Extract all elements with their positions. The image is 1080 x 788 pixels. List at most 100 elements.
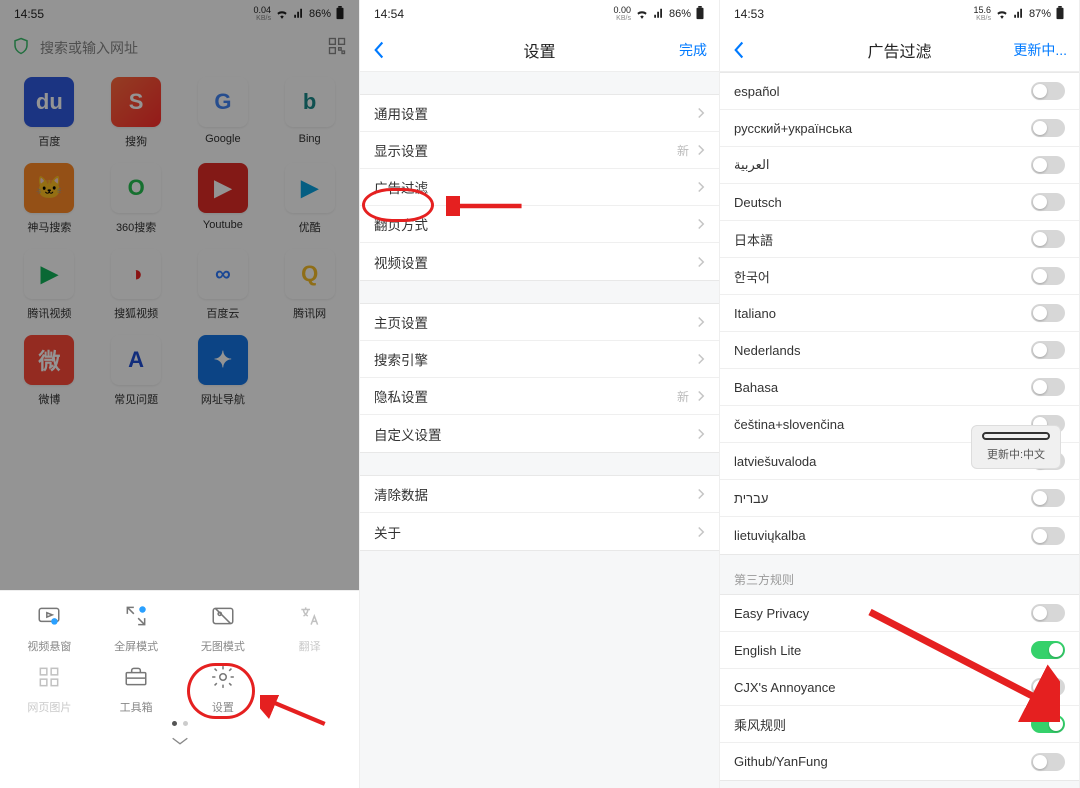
app-百度云[interactable]: ∞百度云	[182, 249, 265, 321]
wifi-icon	[275, 7, 289, 22]
filter-row-العربية[interactable]: العربية	[720, 147, 1079, 184]
settings-row-翻页方式[interactable]: 翻页方式	[360, 206, 719, 243]
settings-row-显示设置[interactable]: 显示设置新	[360, 132, 719, 169]
qr-icon[interactable]	[327, 36, 347, 59]
settings-row-自定义设置[interactable]: 自定义设置	[360, 415, 719, 452]
app-grid: du百度S搜狗GGooglebBing 🐱神马搜索O360搜索▶Youtube▶优…	[0, 67, 359, 417]
row-label: lietuviųkalba	[734, 528, 806, 543]
menu-label: 无图模式	[201, 638, 245, 654]
signal-icon	[653, 7, 665, 22]
status-net-unit: KB/s	[976, 15, 991, 22]
app-腾讯网[interactable]: Q腾讯网	[268, 249, 351, 321]
toggle-switch[interactable]	[1031, 82, 1065, 100]
settings-row-视频设置[interactable]: 视频设置	[360, 243, 719, 280]
settings-row-搜索引擎[interactable]: 搜索引擎	[360, 341, 719, 378]
menu-noimg[interactable]: 无图模式	[180, 603, 267, 654]
menu-translate[interactable]: 翻译	[266, 603, 353, 654]
app-百度[interactable]: du百度	[8, 77, 91, 149]
toggle-switch[interactable]	[1031, 527, 1065, 545]
filter-row-русский+українська[interactable]: русский+українська	[720, 110, 1079, 147]
app-icon: ✦	[198, 335, 248, 385]
settings-row-广告过滤[interactable]: 广告过滤	[360, 169, 719, 206]
play-icon	[36, 603, 62, 632]
toggle-switch[interactable]	[1031, 193, 1065, 211]
settings-row-主页设置[interactable]: 主页设置	[360, 304, 719, 341]
settings-row-通用设置[interactable]: 通用设置	[360, 95, 719, 132]
settings-row-隐私设置[interactable]: 隐私设置新	[360, 378, 719, 415]
filter-row-Nederlands[interactable]: Nederlands	[720, 332, 1079, 369]
app-Bing[interactable]: bBing	[268, 77, 351, 149]
chevron-right-icon	[697, 353, 705, 365]
back-button[interactable]	[732, 40, 746, 60]
menu-grid[interactable]: 网页图片	[6, 664, 93, 715]
app-360搜索[interactable]: O360搜索	[95, 163, 178, 235]
menu-play[interactable]: 视频悬窗	[6, 603, 93, 654]
search-bar[interactable]: 搜索或输入网址	[0, 28, 359, 67]
settings-row-清除数据[interactable]: 清除数据	[360, 476, 719, 513]
toggle-switch[interactable]	[1031, 230, 1065, 248]
row-label: 广告过滤	[374, 177, 428, 197]
update-button[interactable]: 更新中...	[1013, 40, 1067, 60]
filter-row-español[interactable]: español	[720, 73, 1079, 110]
status-net: 0.04	[253, 6, 271, 15]
home-dimmed-area: 14:55 0.04 KB/s 86%	[0, 0, 359, 590]
row-label: 翻页方式	[374, 214, 428, 234]
battery-pct: 86%	[309, 8, 331, 20]
signal-icon	[293, 7, 305, 22]
app-icon: b	[285, 77, 335, 127]
app-Youtube[interactable]: ▶Youtube	[182, 163, 265, 235]
menu-expand[interactable]: 全屏模式	[93, 603, 180, 654]
grid-icon	[36, 664, 62, 693]
chevron-right-icon	[697, 107, 705, 119]
menu-gear[interactable]: 设置	[180, 664, 267, 715]
toggle-switch[interactable]	[1031, 304, 1065, 322]
toggle-switch[interactable]	[1031, 267, 1065, 285]
app-微博[interactable]: 微微博	[8, 335, 91, 407]
toggle-switch[interactable]	[1031, 156, 1065, 174]
app-搜狐视频[interactable]: ◑搜狐视频	[95, 249, 178, 321]
app-icon: 微	[24, 335, 74, 385]
row-label: 关于	[374, 522, 401, 542]
toggle-switch[interactable]	[1031, 341, 1065, 359]
settings-body[interactable]: 通用设置显示设置新广告过滤翻页方式视频设置主页设置搜索引擎隐私设置新自定义设置清…	[360, 72, 719, 788]
collapse-handle[interactable]	[0, 726, 359, 756]
app-神马搜索[interactable]: 🐱神马搜索	[8, 163, 91, 235]
settings-row-关于[interactable]: 关于	[360, 513, 719, 550]
filter-row-Italiano[interactable]: Italiano	[720, 295, 1079, 332]
filter-row-עברית[interactable]: עברית	[720, 480, 1079, 517]
chevron-right-icon	[697, 316, 705, 328]
app-网址导航[interactable]: ✦网址导航	[182, 335, 265, 407]
chevron-right-icon	[697, 256, 705, 268]
filter-row-Github/YanFung[interactable]: Github/YanFung	[720, 743, 1079, 780]
back-button[interactable]	[372, 40, 386, 60]
filter-row-日本語[interactable]: 日本語	[720, 221, 1079, 258]
app-Google[interactable]: GGoogle	[182, 77, 265, 149]
app-搜狗[interactable]: S搜狗	[95, 77, 178, 149]
app-label: 常见问题	[114, 391, 158, 407]
status-net-unit: KB/s	[256, 15, 271, 22]
pane-home: 14:55 0.04 KB/s 86%	[0, 0, 360, 788]
app-label: 优酷	[299, 219, 321, 235]
filter-row-Bahasa[interactable]: Bahasa	[720, 369, 1079, 406]
adfilter-body[interactable]: españolрусский+українськаالعربيةDeutsch日…	[720, 72, 1079, 788]
status-time: 14:54	[374, 7, 404, 21]
toggle-switch[interactable]	[1031, 119, 1065, 137]
expand-icon	[123, 603, 149, 632]
toolbox-icon	[123, 664, 149, 693]
done-button[interactable]: 完成	[679, 40, 707, 60]
nav-header: 设置 完成	[360, 28, 719, 72]
toggle-switch[interactable]	[1031, 489, 1065, 507]
menu-toolbox[interactable]: 工具箱	[93, 664, 180, 715]
app-常见问题[interactable]: A常见问题	[95, 335, 178, 407]
toggle-switch[interactable]	[1031, 753, 1065, 771]
filter-row-한국어[interactable]: 한국어	[720, 258, 1079, 295]
app-腾讯视频[interactable]: ▶腾讯视频	[8, 249, 91, 321]
app-icon: du	[24, 77, 74, 127]
toggle-switch[interactable]	[1031, 378, 1065, 396]
app-label: 百度云	[206, 305, 239, 321]
app-优酷[interactable]: ▶优酷	[268, 163, 351, 235]
filter-row-lietuviųkalba[interactable]: lietuviųkalba	[720, 517, 1079, 554]
filter-row-Deutsch[interactable]: Deutsch	[720, 184, 1079, 221]
status-bar: 14:54 0.00 KB/s 86%	[360, 0, 719, 28]
row-label: English Lite	[734, 643, 801, 658]
